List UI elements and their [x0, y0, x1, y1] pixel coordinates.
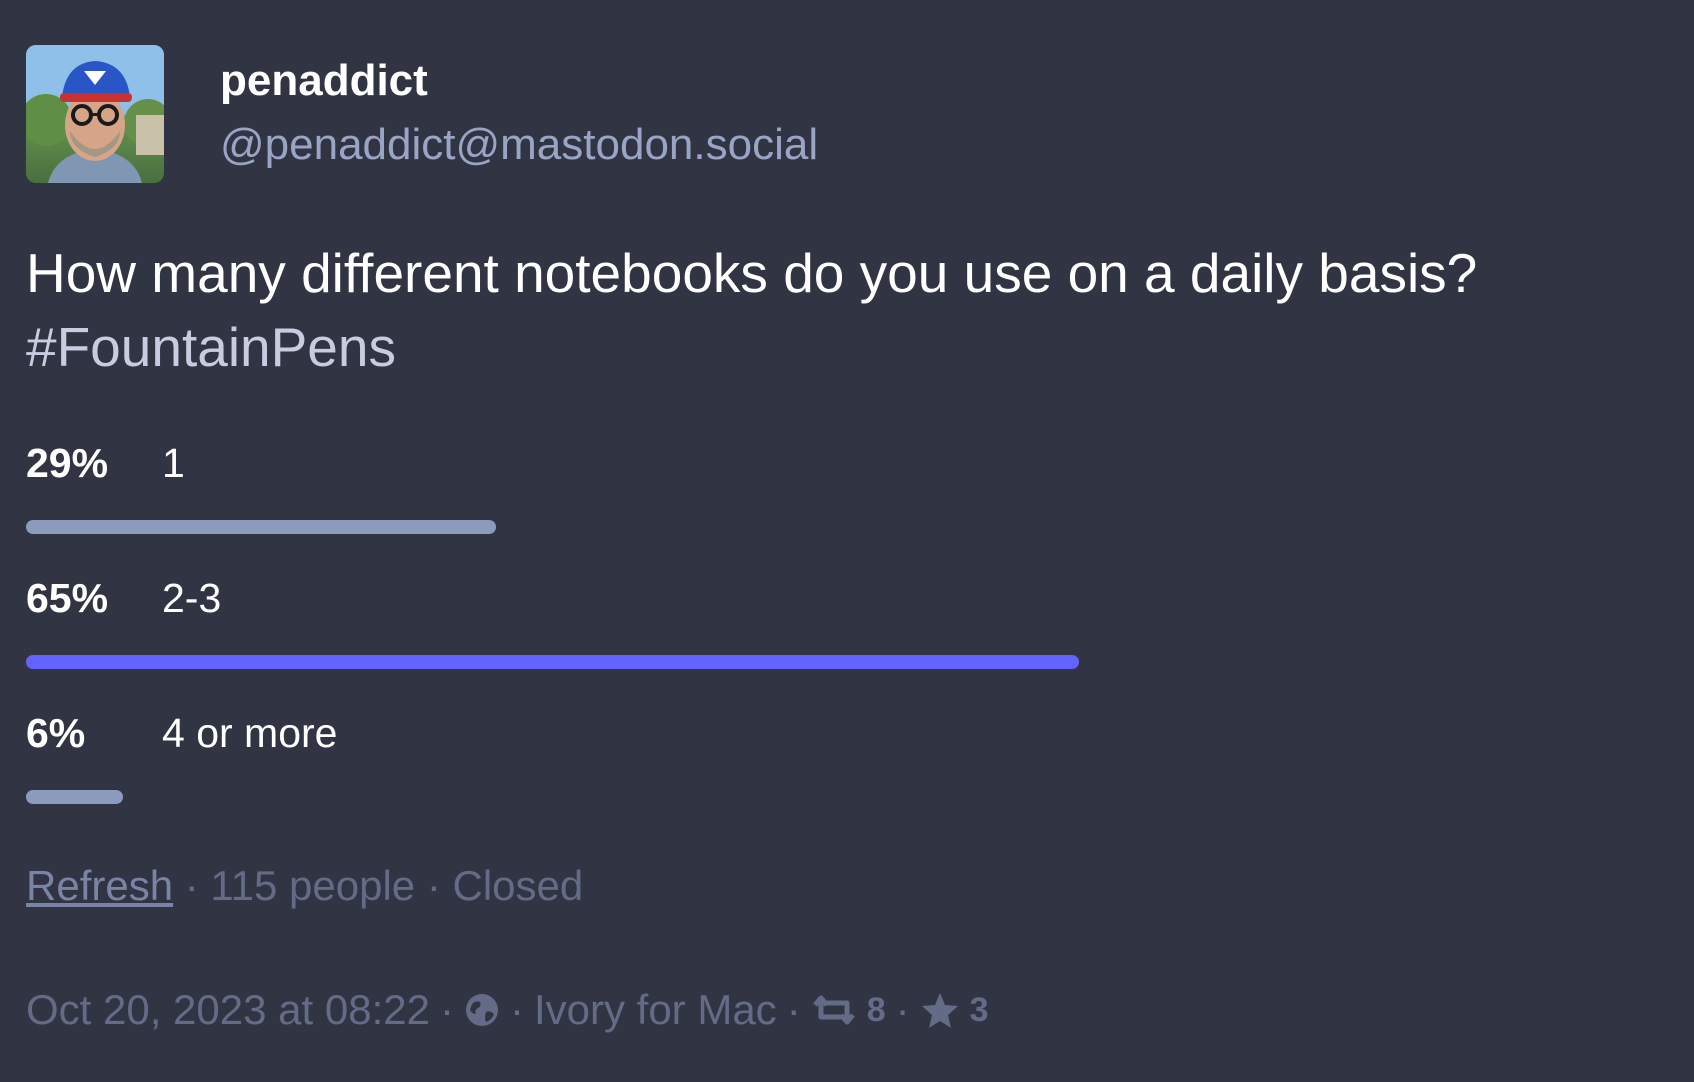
- display-name[interactable]: penaddict: [220, 53, 818, 109]
- separator: ·: [184, 862, 199, 909]
- separator: ·: [426, 862, 441, 909]
- client-app[interactable]: Ivory for Mac: [534, 986, 777, 1034]
- avatar[interactable]: [26, 45, 164, 183]
- post-header: penaddict @penaddict@mastodon.social: [26, 45, 818, 183]
- star-icon[interactable]: [920, 991, 960, 1029]
- poll-option-row: 65% 2-3: [26, 575, 1646, 635]
- poll-option-label: 1: [162, 440, 185, 486]
- poll-footer: Refresh · 115 people · Closed: [26, 862, 583, 910]
- globe-icon: [464, 992, 500, 1028]
- separator: ·: [786, 986, 801, 1033]
- favourite-count: 3: [969, 990, 989, 1029]
- boost-count: 8: [866, 990, 886, 1029]
- poll-option-percent: 6%: [26, 710, 86, 756]
- poll-option-label: 4 or more: [162, 710, 338, 756]
- hashtag-link[interactable]: #FountainPens: [26, 310, 1646, 384]
- poll-option-row: 6% 4 or more: [26, 710, 1646, 770]
- separator: ·: [895, 986, 910, 1033]
- poll-option-percent: 29%: [26, 440, 109, 486]
- refresh-link[interactable]: Refresh: [26, 862, 173, 909]
- account-handle[interactable]: @penaddict@mastodon.social: [220, 115, 818, 175]
- poll-option: 29% 1: [26, 440, 1646, 575]
- poll-option-label: 2-3: [162, 575, 222, 621]
- poll-option-bar: [26, 520, 496, 534]
- separator: ·: [509, 986, 524, 1033]
- status-content: How many different notebooks do you use …: [26, 236, 1646, 384]
- poll: 29% 1 65% 2-3 6% 4 or more: [26, 440, 1646, 845]
- separator: ·: [439, 986, 454, 1033]
- post-meta: Oct 20, 2023 at 08:22 · · Ivory for Mac …: [26, 986, 989, 1034]
- poll-option: 65% 2-3: [26, 575, 1646, 710]
- poll-option: 6% 4 or more: [26, 710, 1646, 845]
- boost-icon[interactable]: [811, 993, 857, 1027]
- voter-count: 115 people: [210, 862, 416, 909]
- poll-state: Closed: [452, 862, 584, 909]
- poll-option-row: 29% 1: [26, 440, 1646, 500]
- avatar-portrait: [26, 45, 164, 183]
- poll-option-bar: [26, 790, 123, 804]
- status-text: How many different notebooks do you use …: [26, 242, 1478, 304]
- poll-option-bar: [26, 655, 1079, 669]
- account-names: penaddict @penaddict@mastodon.social: [220, 53, 818, 175]
- poll-option-percent: 65%: [26, 575, 109, 621]
- timestamp[interactable]: Oct 20, 2023 at 08:22: [26, 986, 430, 1034]
